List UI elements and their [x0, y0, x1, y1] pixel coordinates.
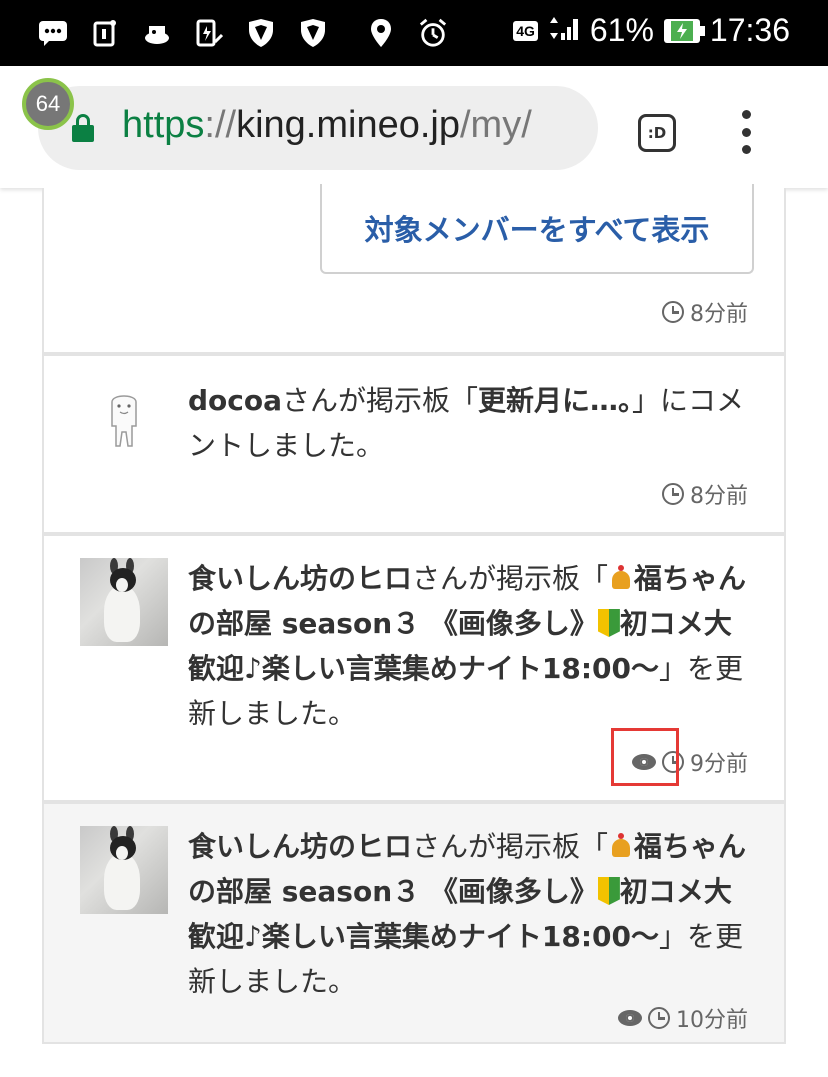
- tab-switcher-button[interactable]: :D: [638, 114, 676, 152]
- vpn-shield-icon: [298, 18, 328, 48]
- address-bar[interactable]: https://king.mineo.jp/my/: [38, 86, 598, 170]
- battery-charging-icon: [663, 18, 705, 43]
- notification-icon: [90, 18, 120, 48]
- browser-toolbar: https://king.mineo.jp/my/ :D: [0, 66, 828, 188]
- avatar[interactable]: [80, 558, 168, 646]
- overflow-menu-icon[interactable]: [738, 110, 754, 154]
- item-text: docoaさんが掲示板「更新月に…。」にコメントしました。: [188, 384, 745, 462]
- status-right: 4G 61% 17:36: [513, 12, 790, 49]
- clock-icon: [662, 301, 684, 323]
- feed-item[interactable]: docoaさんが掲示板「更新月に…。」にコメントしました。 8分前: [42, 354, 786, 534]
- beginner-mark-icon: [597, 609, 620, 637]
- item-meta: 8分前: [662, 296, 748, 328]
- siren-icon: [608, 833, 634, 859]
- user-name[interactable]: 食いしん坊のヒロ: [188, 562, 412, 595]
- user-name[interactable]: 食いしん坊のヒロ: [188, 830, 412, 863]
- lock-icon: [72, 114, 94, 142]
- clock-icon: [662, 483, 684, 505]
- item-time: 9分前: [690, 752, 748, 777]
- item-text: 食いしん坊のヒロさんが掲示板「 福ちゃんの部屋 season３ 《画像多し》 初コメ…: [188, 830, 747, 998]
- tab-count-badge: 64: [22, 78, 74, 130]
- item-meta: 8分前: [662, 478, 748, 510]
- avatar[interactable]: [80, 826, 168, 914]
- activity-feed: 対象メンバーをすべて表示 8分前 docoaさんが掲示板「更新月に…。」にコメン…: [42, 184, 786, 1077]
- feed-item: 対象メンバーをすべて表示 8分前: [42, 184, 786, 354]
- beginner-mark-icon: [597, 877, 620, 905]
- location-icon: [366, 18, 396, 48]
- clock-time: 17:36: [709, 12, 790, 48]
- notification-icons: [38, 18, 448, 48]
- avatar[interactable]: [104, 392, 144, 450]
- message-icon: [38, 18, 68, 48]
- item-time: 10分前: [676, 1008, 748, 1033]
- board-link[interactable]: 更新月に…。: [478, 384, 632, 417]
- item-text: 食いしん坊のヒロさんが掲示板「 福ちゃんの部屋 season３ 《画像多し》 初コメ…: [188, 562, 747, 730]
- alarm-icon: [418, 18, 448, 48]
- item-meta: 10分前: [618, 1002, 748, 1034]
- battery-percent: 61%: [589, 12, 654, 48]
- show-all-members-button[interactable]: 対象メンバーをすべて表示: [320, 184, 754, 274]
- battery-saver-icon: [194, 18, 224, 48]
- signal-icon: [548, 12, 580, 49]
- unread-eye-icon: [618, 1010, 642, 1026]
- user-name[interactable]: docoa: [188, 384, 282, 417]
- item-time: 8分前: [690, 484, 748, 509]
- network-type: 4G: [513, 20, 538, 41]
- siren-icon: [608, 565, 634, 591]
- status-bar: 4G 61% 17:36: [0, 0, 828, 66]
- highlight-box: [611, 728, 679, 786]
- item-time: 8分前: [690, 302, 748, 327]
- vpn-shield-icon: [246, 18, 276, 48]
- url-text[interactable]: https://king.mineo.jp/my/: [122, 104, 588, 147]
- clock-icon: [648, 1007, 670, 1029]
- feed-item[interactable]: 食いしん坊のヒロさんが掲示板「 福ちゃんの部屋 season３ 《画像多し》 初コメ…: [42, 802, 786, 1044]
- app-icon: [142, 18, 172, 48]
